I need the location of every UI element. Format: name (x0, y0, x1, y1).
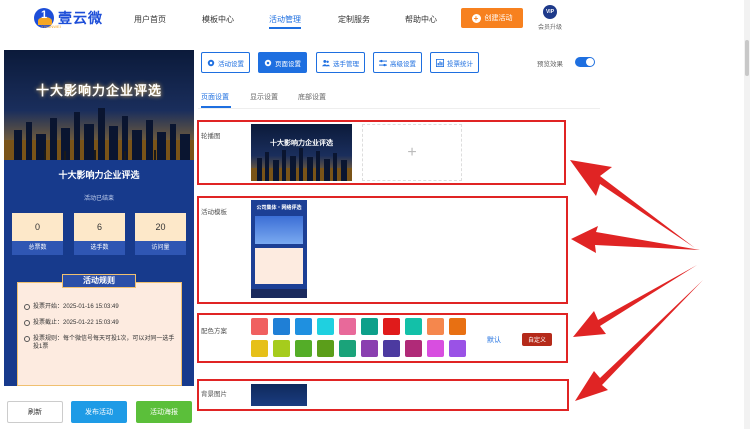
arrow-to-background (575, 280, 703, 401)
banner-title: 十大影响力企业评选 (35, 83, 162, 98)
page-settings-button[interactable]: 页面设置 (258, 52, 307, 73)
nav-help-center[interactable]: 帮助中心 (405, 14, 437, 25)
subtab-display-settings[interactable]: 显示设置 (250, 92, 278, 102)
rule-policy: 投票规则：每个微信号每天可投1次，可以对同一选手投1票 (24, 335, 175, 351)
background-label: 背景图片 (201, 391, 227, 398)
nav-template-center[interactable]: 模板中心 (202, 14, 234, 25)
clock-icon (24, 304, 30, 310)
subtab-footer-settings[interactable]: 底部设置 (298, 92, 326, 102)
sliders-icon (379, 59, 387, 66)
add-carousel-image-button[interactable]: + (362, 124, 462, 181)
color-swatch[interactable] (273, 340, 290, 357)
brand-name: 壹云微 (58, 10, 103, 26)
arrow-to-color (573, 265, 697, 337)
city-skyline-image (4, 108, 194, 160)
activity-poster-button[interactable]: 活动海报 (136, 401, 192, 423)
background-image[interactable] (251, 384, 307, 406)
color-swatch[interactable] (361, 318, 378, 335)
color-swatch[interactable] (427, 340, 444, 357)
brand-sub: YIYUNWEI (41, 24, 61, 29)
bar-chart-icon (436, 58, 444, 67)
color-swatch[interactable] (317, 318, 334, 335)
rules-box: 投票开始：2025-01-16 15:03:49 投票截止：2025-01-22… (17, 282, 182, 386)
color-swatch[interactable] (405, 318, 422, 335)
nav-user-home[interactable]: 用户首页 (134, 14, 166, 25)
rules-title: 活动规则 (62, 274, 136, 288)
color-custom-button[interactable]: 自定义 (522, 333, 552, 346)
contestant-manage-button[interactable]: 选手管理 (316, 52, 365, 73)
color-swatch[interactable] (295, 340, 312, 357)
color-swatch[interactable] (251, 318, 268, 335)
city-skyline-image (251, 148, 352, 181)
color-swatch[interactable] (317, 340, 334, 357)
rule-start: 投票开始：2025-01-16 15:03:49 (24, 303, 175, 311)
color-swatch[interactable] (295, 318, 312, 335)
vote-stats-button[interactable]: 投票统计 (430, 52, 479, 73)
color-scheme-label: 配色方案 (201, 328, 227, 335)
clock-icon (24, 336, 30, 342)
color-swatch[interactable] (405, 340, 422, 357)
stat-contestants: 6 选手数 (74, 213, 125, 255)
create-activity-button[interactable]: + 创建活动 (461, 8, 523, 28)
gear-icon (264, 59, 272, 66)
carousel-label: 轮播图 (201, 133, 221, 140)
stat-total-votes: 0 总票数 (12, 213, 63, 255)
activity-settings-button[interactable]: 活动设置 (201, 52, 250, 73)
color-swatch[interactable] (339, 340, 356, 357)
preview-effect-toggle[interactable] (575, 57, 595, 67)
scrollbar-thumb[interactable] (745, 40, 749, 76)
nav-custom-service[interactable]: 定制服务 (338, 14, 370, 25)
template-banner (255, 216, 303, 244)
phone-preview: 十大影响力企业评选 十大影响力企业评选 活动已结束 0 总票数 6 选手数 20… (4, 50, 194, 386)
color-swatch[interactable] (251, 340, 268, 357)
color-swatch[interactable] (383, 340, 400, 357)
divider (198, 108, 600, 109)
color-swatch[interactable] (383, 318, 400, 335)
arrow-to-carousel (570, 160, 695, 248)
users-icon (322, 59, 330, 66)
color-swatch[interactable] (339, 318, 356, 335)
advanced-settings-button[interactable]: 高级设置 (373, 52, 422, 73)
template-thumbnail[interactable]: 公司集体・网络评选 (251, 200, 307, 298)
carousel-image[interactable]: 十大影响力企业评选 (251, 124, 352, 181)
refresh-button[interactable]: 刷新 (7, 401, 63, 423)
preview-banner: 十大影响力企业评选 (4, 50, 194, 160)
rule-end: 投票截止：2025-01-22 15:03:49 (24, 319, 175, 327)
template-card (255, 248, 303, 284)
clock-icon (24, 320, 30, 326)
vip-icon: VIP (543, 5, 557, 19)
nav-activity-manage[interactable]: 活动管理 (269, 14, 301, 25)
plus-icon: + (471, 13, 481, 23)
color-swatch[interactable] (449, 318, 466, 335)
subtab-page-settings[interactable]: 页面设置 (201, 92, 229, 102)
preview-title: 十大影响力企业评选 (58, 170, 140, 180)
gear-icon (207, 59, 215, 66)
publish-activity-button[interactable]: 发布活动 (71, 401, 127, 423)
color-default-button[interactable]: 默认 (487, 335, 501, 345)
preview-status: 活动已结束 (83, 196, 114, 202)
template-label: 活动模板 (201, 209, 227, 216)
template-tabbar (251, 289, 307, 298)
preview-effect-label: 预览效果 (537, 61, 563, 68)
color-swatch[interactable] (427, 318, 444, 335)
nav-active-indicator (269, 27, 301, 29)
color-swatch[interactable] (449, 340, 466, 357)
top-navbar: 1 壹云微 YIYUNWEI 用户首页 模板中心 活动管理 定制服务 帮助中心 … (0, 0, 744, 38)
stat-visits: 20 访问量 (135, 213, 186, 255)
vip-upgrade[interactable]: VIP 会员升级 (535, 5, 565, 31)
color-swatch[interactable] (273, 318, 290, 335)
arrow-to-template (571, 226, 700, 253)
color-swatch[interactable] (361, 340, 378, 357)
